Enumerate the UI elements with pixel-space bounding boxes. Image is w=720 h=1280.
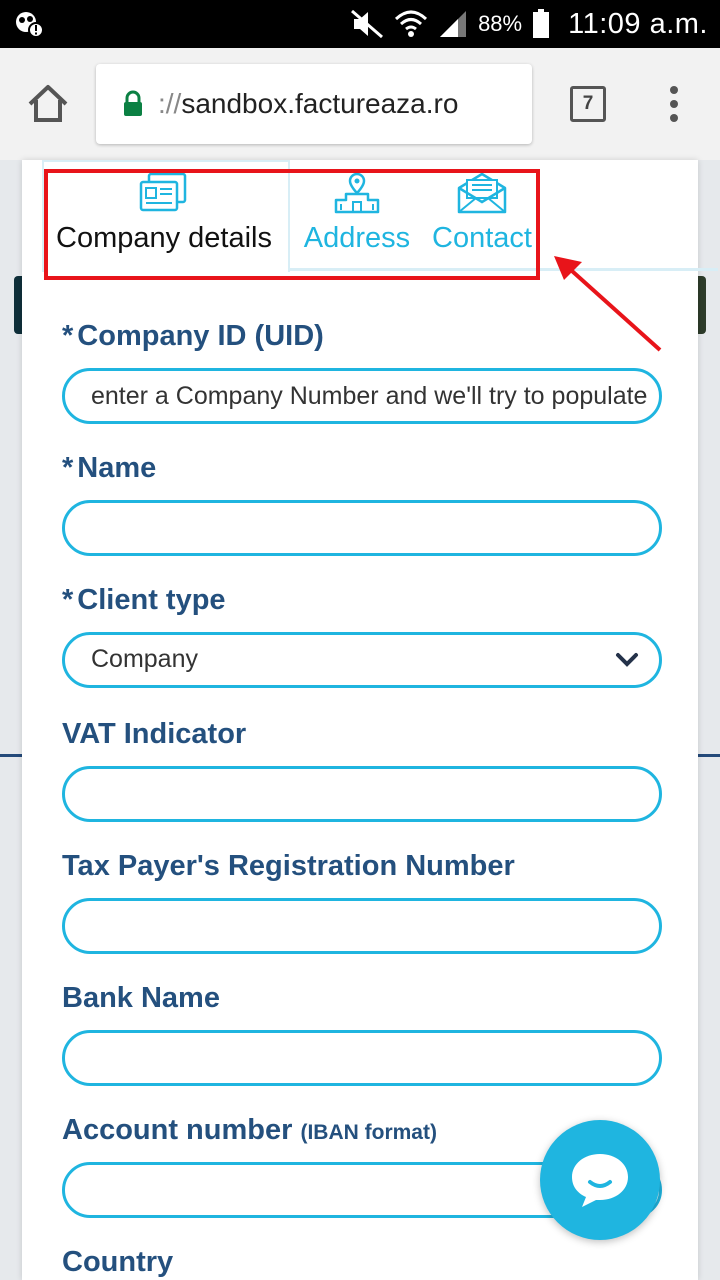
account-number-label-text: Account number (62, 1114, 293, 1146)
home-icon[interactable] (26, 82, 70, 126)
tab-company-details[interactable]: Company details (42, 160, 286, 270)
overflow-menu-icon[interactable] (664, 84, 684, 124)
bank-name-label: Bank Name (62, 982, 220, 1014)
envelope-icon (457, 172, 507, 214)
notification-alert-icon (16, 12, 44, 38)
required-marker: * (62, 584, 74, 616)
mute-icon (351, 9, 384, 39)
status-bar: 88% 11:09 a.m. (0, 0, 720, 48)
tax-reg-number-input[interactable] (62, 898, 662, 954)
client-type-value: Company (91, 645, 198, 673)
client-type-select[interactable]: Company (62, 632, 662, 688)
chevron-down-icon (616, 653, 638, 667)
tab-switcher-button[interactable]: 7 (570, 86, 606, 122)
battery-icon (533, 9, 550, 38)
client-type-label: * Client type (62, 584, 226, 617)
required-marker: * (62, 320, 74, 352)
tab-label: Company details (56, 222, 272, 254)
name-input[interactable] (62, 500, 662, 556)
tab-address[interactable]: Address (298, 160, 416, 270)
company-id-label-text: Company ID (UID) (77, 320, 324, 352)
chat-bubble-icon (572, 1154, 628, 1207)
tab-contact[interactable]: Contact (426, 160, 538, 270)
name-label: * Name (62, 452, 156, 485)
vat-indicator-label: VAT Indicator (62, 718, 247, 750)
lock-icon (124, 90, 142, 116)
tab-label: Address (303, 222, 411, 254)
company-id-input[interactable] (62, 368, 662, 424)
required-marker: * (62, 452, 74, 484)
name-label-text: Name (77, 452, 157, 484)
bank-name-input[interactable] (62, 1030, 662, 1086)
account-number-label: Account number (IBAN format) (62, 1114, 437, 1147)
company-id-label: * Company ID (UID) (62, 320, 324, 353)
vat-indicator-input[interactable] (62, 766, 662, 822)
building-location-icon (334, 172, 380, 214)
background-divider (698, 754, 720, 757)
client-type-label-text: Client type (77, 584, 226, 616)
tax-reg-number-label: Tax Payer's Registration Number (62, 850, 515, 882)
wifi-icon (395, 10, 428, 37)
chat-button[interactable] (540, 1120, 660, 1240)
browser-toolbar: ://sandbox.factureaza.ro 7 (0, 48, 720, 161)
url-host: sandbox.factureaza.ro (181, 88, 459, 119)
background-divider (0, 754, 22, 757)
url-scheme: :// (158, 88, 182, 119)
battery-percent: 88% (478, 11, 523, 36)
tab-label: Contact (432, 222, 532, 254)
url-text: ://sandbox.factureaza.ro (158, 88, 458, 120)
address-bar[interactable]: ://sandbox.factureaza.ro (96, 64, 532, 144)
annotation-arrow-icon (554, 256, 662, 352)
country-label: Country (62, 1246, 174, 1278)
clock: 11:09 a.m. (568, 7, 708, 40)
iban-format-hint: (IBAN format) (300, 1121, 437, 1144)
company-card-icon (139, 172, 187, 212)
signal-icon (440, 11, 467, 37)
